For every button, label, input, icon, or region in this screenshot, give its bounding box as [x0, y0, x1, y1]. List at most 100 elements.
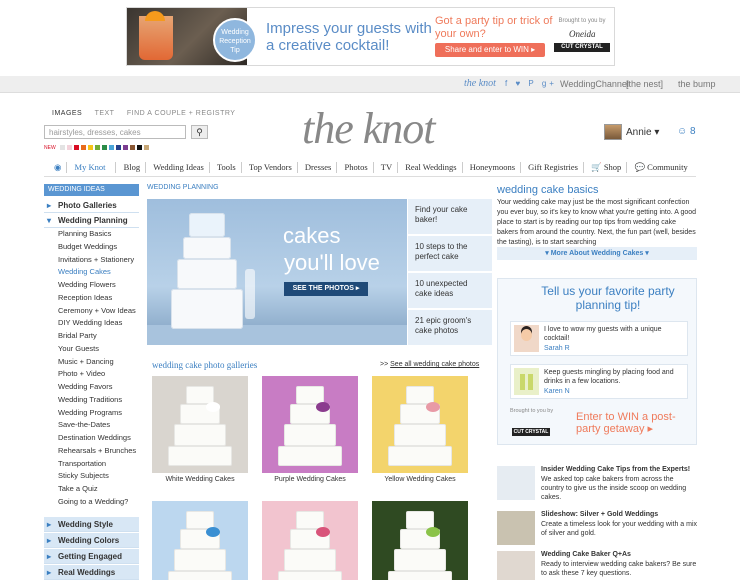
nav-tv[interactable]: TV [376, 162, 399, 173]
nav-real-weddings[interactable]: Real Weddings [400, 162, 463, 173]
sidebar-category[interactable]: Real Weddings [44, 564, 139, 580]
hero-link[interactable]: 10 steps to the perfect cake [408, 236, 492, 271]
sidebar-subitem[interactable]: Reception Ideas [44, 292, 139, 305]
see-all-gallery[interactable]: >> See all wedding cake photos [380, 361, 479, 368]
network-bump-link[interactable]: the bump [678, 79, 716, 89]
hero-link[interactable]: Find your cake baker! [408, 199, 492, 234]
notifications[interactable]: ☺ 8 [677, 126, 696, 137]
tab-text[interactable]: TEXT [95, 110, 115, 117]
color-swatch[interactable] [129, 145, 135, 150]
article-title[interactable]: Insider Wedding Cake Tips from the Exper… [541, 466, 697, 473]
nav-gift-registries[interactable]: Gift Registries [523, 162, 584, 173]
article-title[interactable]: Wedding Cake Baker Q+As [541, 551, 697, 558]
color-swatch[interactable] [108, 145, 114, 150]
sidebar-subitem[interactable]: Your Guests [44, 343, 139, 356]
tab-find-couple[interactable]: FIND A COUPLE + REGISTRY [127, 110, 236, 117]
nav-blog[interactable]: Blog [119, 162, 147, 173]
color-swatch[interactable] [101, 145, 107, 150]
site-logo[interactable]: the knot [302, 103, 436, 154]
network-nest-link[interactable]: [the nest] [626, 79, 663, 89]
tab-images[interactable]: IMAGES [52, 110, 82, 117]
article-thumbnail[interactable] [497, 551, 535, 580]
gallery-thumbnail[interactable] [262, 376, 358, 473]
sidebar-subitem[interactable]: Wedding Programs [44, 407, 139, 420]
ad-banner[interactable]: Wedding Reception Tip Impress your guest… [126, 7, 615, 66]
nav-honeymoons[interactable]: Honeymoons [465, 162, 522, 173]
search-input[interactable]: hairstyles, dresses, cakes [44, 125, 186, 139]
nav-shop[interactable]: 🛒 Shop [586, 162, 628, 173]
gallery-thumbnail[interactable] [152, 376, 248, 473]
article-thumbnail[interactable] [497, 466, 535, 500]
avatar[interactable] [604, 124, 622, 140]
color-swatch[interactable] [143, 145, 149, 150]
color-swatches[interactable]: NEW [44, 145, 151, 151]
color-swatch[interactable] [87, 145, 93, 150]
gallery-caption[interactable]: White Wedding Cakes [152, 476, 248, 483]
sidebar-category[interactable]: Getting Engaged [44, 548, 139, 564]
sidebar-subitem[interactable]: Photo + Video [44, 368, 139, 381]
ad-cta-button[interactable]: Share and enter to WIN ▸ [435, 43, 545, 57]
network-knot-link[interactable]: the knot [464, 78, 496, 89]
gallery-thumbnail[interactable] [262, 501, 358, 580]
sidebar-subitem[interactable]: Going to a Wedding? [44, 496, 139, 509]
hero-link[interactable]: 21 epic groom's cake photos [408, 310, 492, 345]
nav-tools[interactable]: Tools [212, 162, 242, 173]
color-swatch[interactable] [80, 145, 86, 150]
article-item[interactable]: Insider Wedding Cake Tips from the Exper… [497, 466, 697, 504]
sidebar-subitem[interactable]: Transportation [44, 458, 139, 471]
sidebar-category[interactable]: Wedding Style [44, 516, 139, 532]
nav-photos[interactable]: Photos [339, 162, 374, 173]
sidebar-subitem[interactable]: Planning Basics [44, 228, 139, 241]
gallery-thumbnail[interactable] [372, 501, 468, 580]
article-title[interactable]: Slideshow: Silver + Gold Weddings [541, 511, 697, 518]
sidebar-subitem[interactable]: Wedding Cakes [44, 266, 139, 279]
social-icons[interactable]: f ♥ P g+ [505, 79, 557, 88]
sidebar-subitem[interactable]: Take a Quiz [44, 483, 139, 496]
sidebar-item-photo-galleries[interactable]: Photo Galleries [44, 198, 139, 213]
more-about-cakes-link[interactable]: ▾ More About Wedding Cakes ▾ [497, 247, 697, 260]
color-swatch[interactable] [115, 145, 121, 150]
sidebar-subitem[interactable]: Save-the-Dates [44, 419, 139, 432]
sidebar-subitem[interactable]: Rehearsals + Brunches [44, 445, 139, 458]
sidebar-item-wedding-planning[interactable]: Wedding Planning [44, 213, 139, 228]
nav-dresses[interactable]: Dresses [300, 162, 338, 173]
sidebar-subitem[interactable]: DIY Wedding Ideas [44, 317, 139, 330]
nav-my-knot[interactable]: ◉ My Knot [44, 162, 117, 173]
sidebar-subitem[interactable]: Invitations + Stationery [44, 254, 139, 267]
color-swatch[interactable] [73, 145, 79, 150]
sidebar-subitem[interactable]: Wedding Flowers [44, 279, 139, 292]
color-swatch[interactable] [122, 145, 128, 150]
sidebar-subitem[interactable]: Wedding Favors [44, 381, 139, 394]
enter-to-win-link[interactable]: Enter to WIN a post-party getaway ▸ [576, 411, 696, 435]
sidebar-subitem[interactable]: Budget Weddings [44, 241, 139, 254]
gallery-caption[interactable]: Purple Wedding Cakes [262, 476, 358, 483]
article-thumbnail[interactable] [497, 511, 535, 545]
sidebar-subitem[interactable]: Wedding Traditions [44, 394, 139, 407]
network-weddingchannel-link[interactable]: WeddingChannel [560, 79, 629, 89]
gallery-thumbnail[interactable] [372, 376, 468, 473]
tip-promo[interactable]: Tell us your favorite party planning tip… [497, 278, 697, 445]
hero-banner[interactable]: cakes you'll love SEE THE PHOTOS ▸ [147, 199, 407, 345]
color-swatch[interactable] [94, 145, 100, 150]
search-button[interactable]: ⚲ [191, 125, 208, 139]
sidebar-subitem[interactable]: Destination Weddings [44, 432, 139, 445]
hero-link[interactable]: 10 unexpected cake ideas [408, 273, 492, 308]
article-item[interactable]: Slideshow: Silver + Gold Weddings Create … [497, 511, 697, 549]
sidebar-subitem[interactable]: Sticky Subjects [44, 470, 139, 483]
sidebar-subitem[interactable]: Ceremony + Vow Ideas [44, 305, 139, 318]
nav-top-vendors[interactable]: Top Vendors [244, 162, 298, 173]
gallery-thumbnail[interactable] [152, 501, 248, 580]
color-swatch[interactable] [59, 145, 65, 150]
see-all-gallery-link[interactable]: See all wedding cake photos [390, 361, 479, 368]
color-swatch[interactable] [136, 145, 142, 150]
gallery-caption[interactable]: Yellow Wedding Cakes [372, 476, 468, 483]
nav-wedding-ideas[interactable]: Wedding Ideas [148, 162, 210, 173]
sidebar-category[interactable]: Wedding Colors [44, 532, 139, 548]
nav-community[interactable]: 💬 Community [629, 162, 692, 173]
color-swatch[interactable] [66, 145, 72, 150]
see-photos-button[interactable]: SEE THE PHOTOS ▸ [284, 282, 368, 296]
user-menu[interactable]: Annie ▾ [626, 127, 659, 138]
sidebar-subitem[interactable]: Bridal Party [44, 330, 139, 343]
sidebar-subitem[interactable]: Music + Dancing [44, 356, 139, 369]
article-item[interactable]: Wedding Cake Baker Q+As Ready to intervie… [497, 551, 697, 580]
